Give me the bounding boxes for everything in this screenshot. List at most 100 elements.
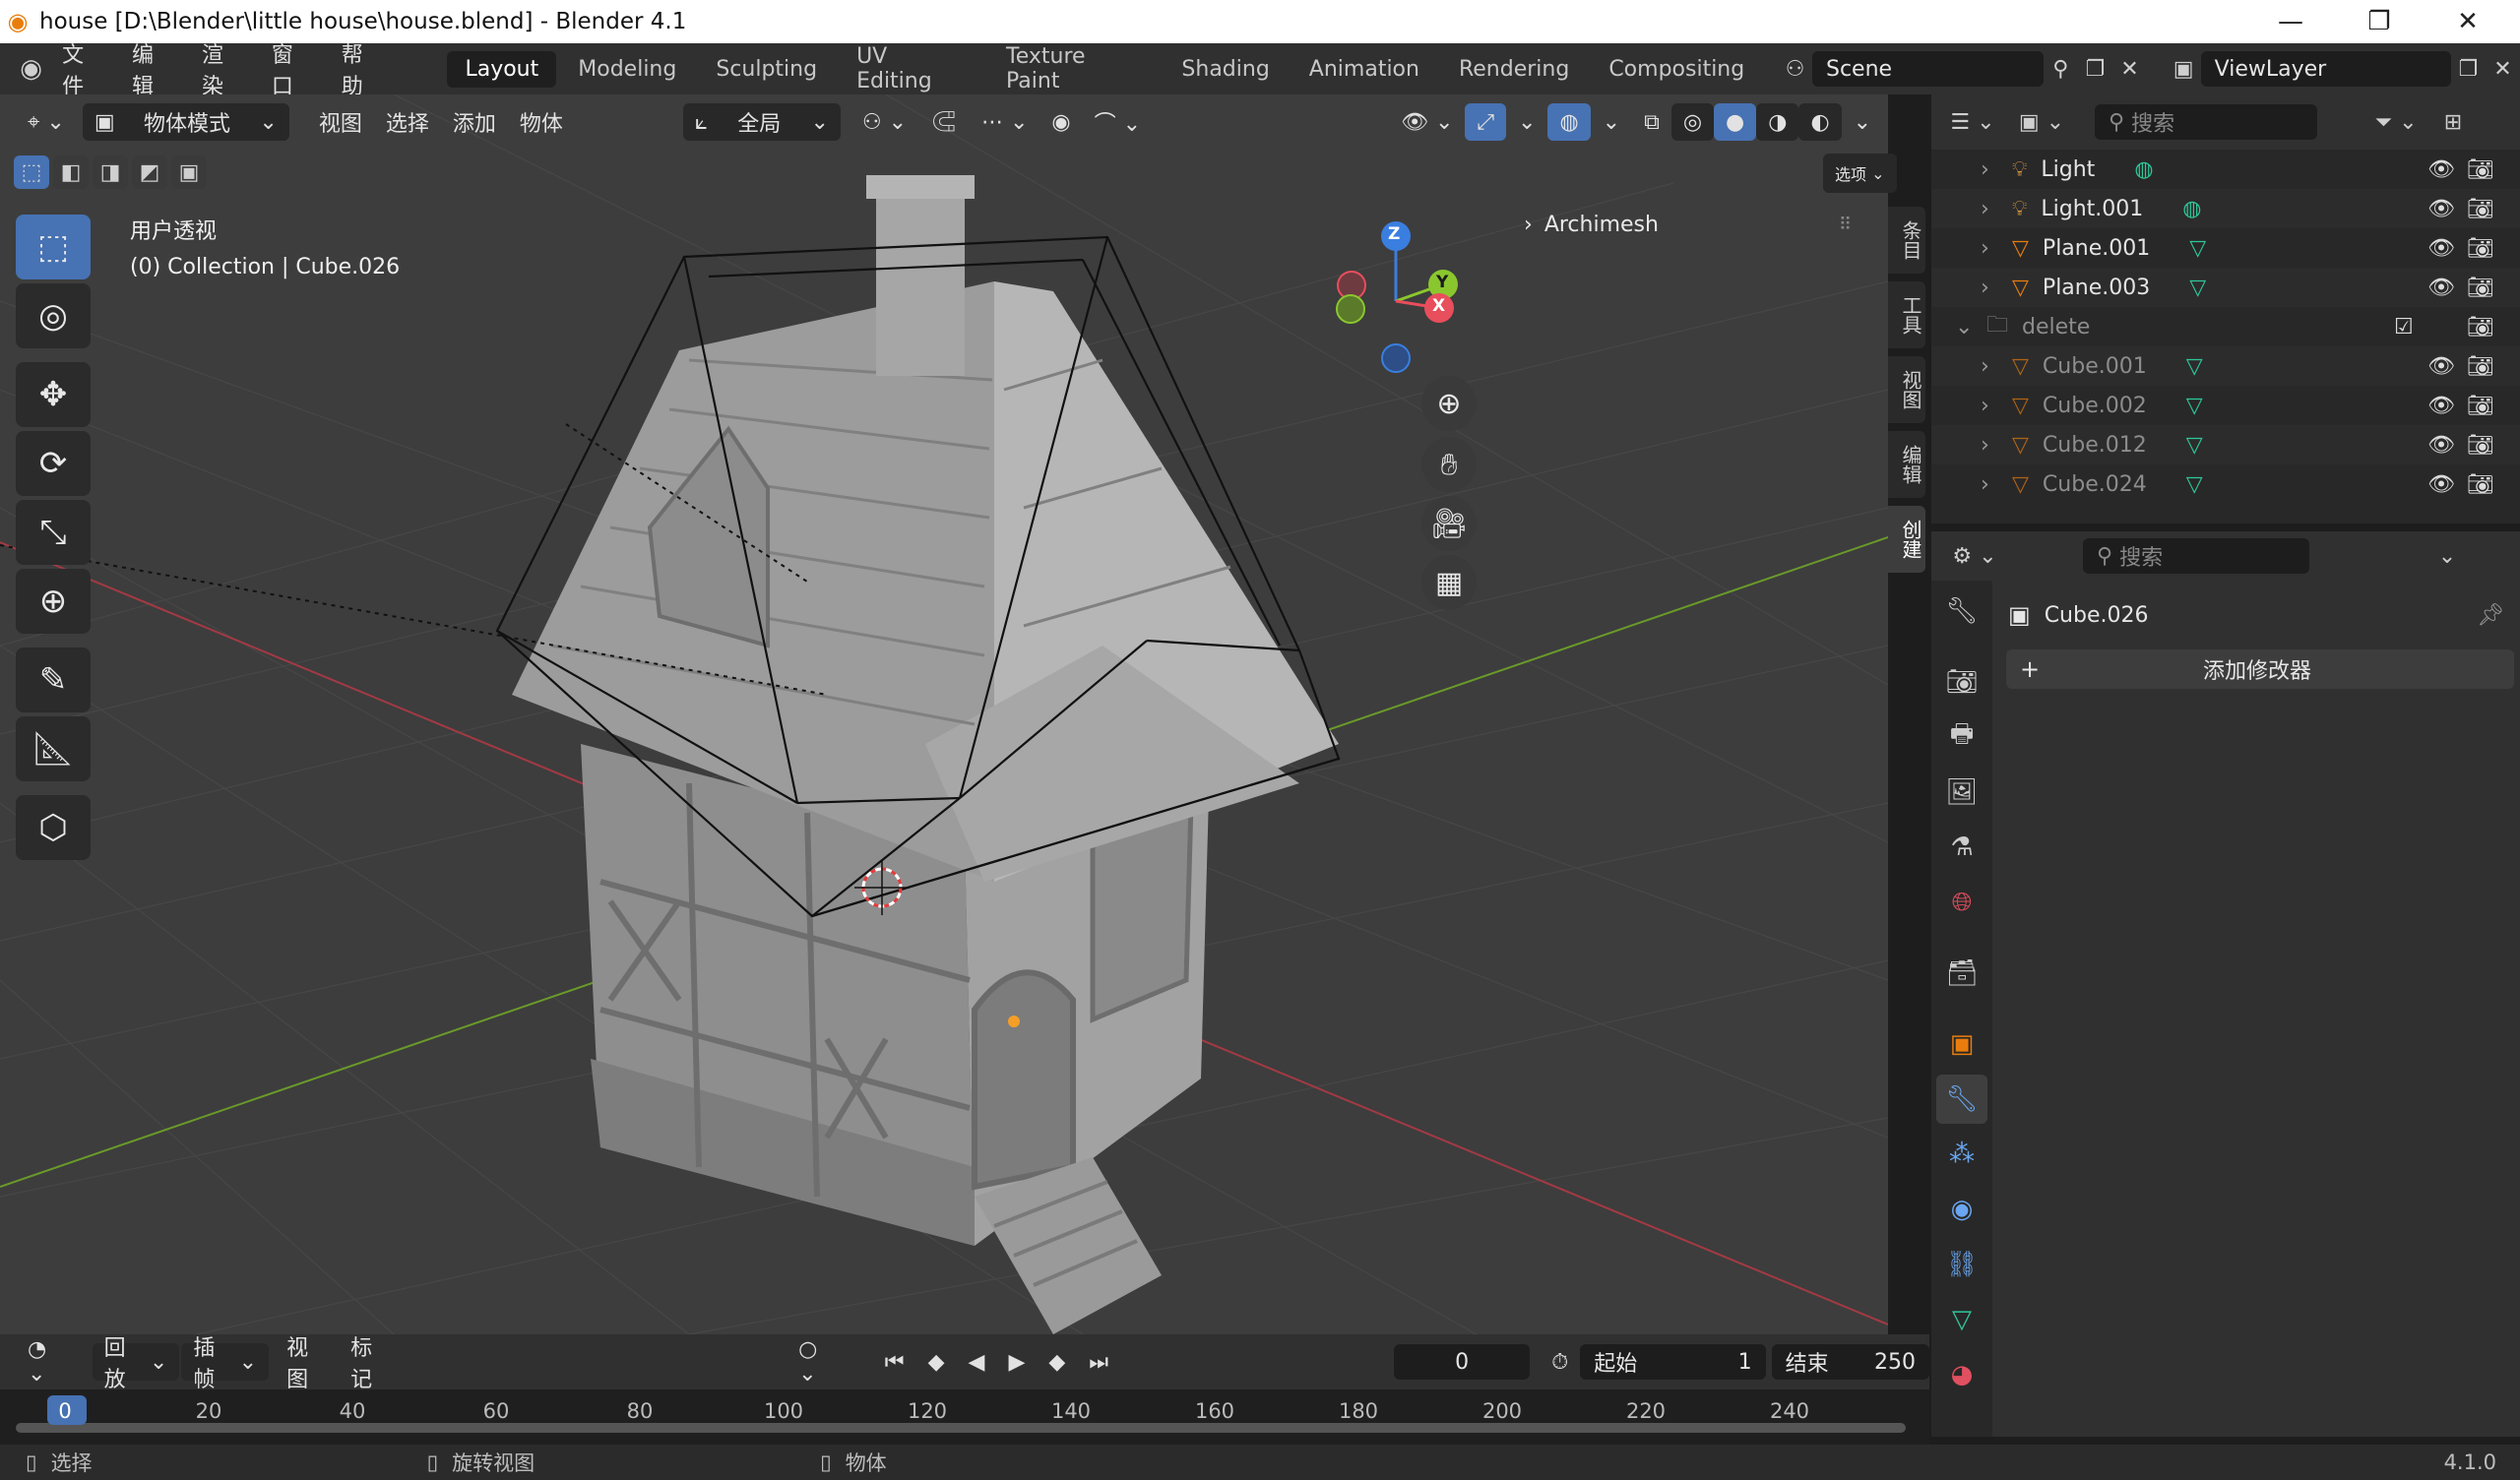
visibility-eye-icon[interactable]: 👁︎ (2427, 157, 2455, 182)
close-button[interactable]: ✕ (2424, 0, 2512, 43)
pin-icon[interactable]: 📌︎ (2477, 603, 2504, 628)
mesh-data-icon[interactable]: ▽ (2186, 433, 2203, 458)
render-camera-icon[interactable]: 📷︎ (2467, 394, 2494, 418)
add-cube-tool-icon[interactable]: ⬡ (16, 795, 91, 860)
mesh-data-icon[interactable]: ▽ (2186, 394, 2203, 418)
stopwatch-icon[interactable]: ⏱ (1540, 1343, 1580, 1381)
select-intersect-icon[interactable]: ▣ (171, 155, 207, 189)
shading-dropdown-icon[interactable]: ⌄ (1842, 103, 1883, 141)
menu-window[interactable]: 窗口 (258, 37, 328, 100)
tab-item[interactable]: 条目 (1888, 207, 1925, 274)
light-data-icon[interactable]: ◍ (2182, 197, 2201, 221)
editor-type-icon[interactable]: ⌖ ⌄ (16, 103, 77, 141)
end-frame-field[interactable]: 结束 250 (1771, 1344, 1930, 1380)
view-layer-properties-icon[interactable]: 🖼︎ (1936, 768, 1987, 817)
tool-properties-icon[interactable]: 🔧︎ (1936, 586, 1987, 636)
render-camera-icon[interactable]: 📷︎ (2467, 157, 2494, 182)
measure-tool-icon[interactable]: 📐︎ (16, 716, 91, 781)
tab-rendering[interactable]: Rendering (1441, 51, 1587, 88)
tab-view[interactable]: 视图 (1888, 356, 1925, 423)
visibility-eye-icon[interactable]: 👁︎ (2427, 433, 2455, 458)
chevron-right-icon[interactable]: › (1981, 472, 2000, 497)
properties-options-icon[interactable]: ⌄ (2429, 538, 2465, 574)
proportional-edit-icon[interactable]: ◉ (1040, 103, 1082, 141)
render-camera-icon[interactable]: 📷︎ (2467, 472, 2494, 497)
mesh-data-icon[interactable]: ▽ (2189, 276, 2206, 300)
outliner-row[interactable]: › ▽ Cube.024 ▽ 👁︎ 📷︎ (1931, 464, 2520, 504)
visibility-eye-icon[interactable]: 👁︎ (2427, 236, 2455, 261)
maximize-button[interactable]: ❐ (2335, 0, 2424, 43)
house-model[interactable] (512, 175, 1339, 1334)
timeline-menu-view[interactable]: 视图 (275, 1336, 339, 1392)
jump-end-icon[interactable]: ⏭ (1077, 1343, 1120, 1381)
tab-sculpting[interactable]: Sculpting (698, 51, 835, 88)
tab-edit[interactable]: 编辑 (1888, 431, 1925, 498)
menu-file[interactable]: 文件 (48, 37, 118, 100)
play-reverse-icon[interactable]: ◀ (957, 1343, 997, 1381)
timeline-editor-type-icon[interactable]: ◔ ⌄ (16, 1337, 81, 1387)
tab-layout[interactable]: Layout (447, 50, 557, 88)
mesh-data-icon[interactable]: ▽ (2186, 354, 2203, 379)
visibility-eye-icon[interactable]: 👁︎ (2427, 394, 2455, 418)
pivot-point-icon[interactable]: ⚇ ⌄ (850, 103, 918, 141)
outliner-row[interactable]: › ▽ Plane.003 ▽ 👁︎ 📷︎ (1931, 268, 2520, 307)
render-camera-icon[interactable]: 📷︎ (2467, 276, 2494, 300)
transform-tool-icon[interactable]: ⊕ (16, 569, 91, 634)
outliner-row[interactable]: › 💡︎ Light ◍ 👁︎ 📷︎ (1931, 150, 2520, 189)
outliner-row[interactable]: › ▽ Cube.002 ▽ 👁︎ 📷︎ (1931, 386, 2520, 425)
timeline-scrollbar[interactable] (16, 1423, 1906, 1433)
visibility-icon[interactable]: 👁︎ ⌄ (1389, 103, 1465, 141)
snap-toggle-icon[interactable]: 🧲︎ (918, 103, 970, 141)
scene-properties-icon[interactable]: ⚗ (1936, 823, 1987, 872)
outliner-search-input[interactable]: ⚲ 搜索 (2095, 104, 2317, 140)
constraint-properties-icon[interactable]: ⛓︎ (1936, 1240, 1987, 1289)
chevron-right-icon[interactable]: › (1981, 354, 2000, 379)
playback-dropdown[interactable]: 回放 ⌄ (92, 1336, 180, 1392)
jump-start-icon[interactable]: ⏮ (873, 1343, 916, 1381)
particle-properties-icon[interactable]: ⁂ (1936, 1130, 1987, 1179)
delete-viewlayer-icon[interactable]: ✕ (2486, 51, 2520, 87)
new-scene-icon[interactable]: ❐ (2078, 51, 2112, 87)
menu-edit[interactable]: 编辑 (118, 37, 188, 100)
chevron-down-icon[interactable]: ⌄ (1955, 315, 1975, 339)
start-frame-field[interactable]: 起始 1 (1580, 1344, 1766, 1380)
material-properties-icon[interactable]: ◕ (1936, 1350, 1987, 1399)
viewlayer-type-icon[interactable]: ▣ (2167, 51, 2201, 87)
visibility-eye-icon[interactable]: 👁︎ (2427, 472, 2455, 497)
falloff-icon[interactable]: ⌒ ⌄ (1083, 103, 1153, 141)
pan-view-icon[interactable]: ✋︎ (1421, 437, 1477, 492)
select-subtract-icon[interactable]: ◨ (93, 155, 128, 189)
chevron-right-icon[interactable]: › (1981, 197, 2000, 221)
snap-target-icon[interactable]: ⋯ ⌄ (970, 103, 1040, 141)
chevron-right-icon[interactable]: › (1981, 236, 2000, 261)
outliner-row[interactable]: ⌄ 🗀︎ delete ☑ 📷︎ (1931, 307, 2520, 346)
exclude-checkbox-icon[interactable]: ☑ (2394, 315, 2414, 339)
select-box-tool-icon[interactable]: ⬚ (16, 215, 91, 279)
outliner-row[interactable]: › 💡︎ Light.001 ◍ 👁︎ 📷︎ (1931, 189, 2520, 228)
outliner-editor-type-icon[interactable]: ☰ ⌄ (1943, 104, 2002, 140)
shading-solid-icon[interactable]: ● (1714, 103, 1757, 141)
blender-menu-icon[interactable]: ◉ (14, 51, 48, 87)
menu-select[interactable]: 选择 (374, 103, 441, 141)
modifier-properties-icon[interactable]: 🔧︎ (1936, 1075, 1987, 1124)
chevron-right-icon[interactable]: › (1981, 433, 2000, 458)
display-mode-icon[interactable]: ▣ ⌄ (2012, 104, 2071, 140)
select-invert-icon[interactable]: ◩ (132, 155, 167, 189)
shading-wireframe-icon[interactable]: ◎ (1670, 103, 1715, 141)
light-data-icon[interactable]: ◍ (2134, 157, 2153, 182)
xray-toggle-icon[interactable]: ⧉ (1632, 103, 1671, 141)
overlay-toggle-icon[interactable]: ◍ (1547, 103, 1591, 141)
outliner-row[interactable]: › ▽ Cube.012 ▽ 👁︎ 📷︎ (1931, 425, 2520, 464)
cursor-tool-icon[interactable]: ◎ (16, 283, 91, 348)
render-camera-icon[interactable]: 📷︎ (2467, 197, 2494, 221)
gizmo-dropdown-icon[interactable]: ⌄ (1506, 103, 1547, 141)
zoom-view-icon[interactable]: ⊕ (1421, 376, 1477, 431)
chevron-right-icon[interactable]: › (1981, 394, 2000, 418)
tab-shading[interactable]: Shading (1164, 51, 1287, 88)
properties-search-input[interactable]: ⚲ 搜索 (2083, 538, 2309, 574)
play-icon[interactable]: ▶ (996, 1343, 1037, 1381)
menu-add[interactable]: 添加 (441, 103, 508, 141)
pin-scene-icon[interactable]: ⚲ (2044, 51, 2078, 87)
render-camera-icon[interactable]: 📷︎ (2467, 236, 2494, 261)
filter-icon[interactable]: ⏷ ⌄ (2366, 104, 2426, 140)
